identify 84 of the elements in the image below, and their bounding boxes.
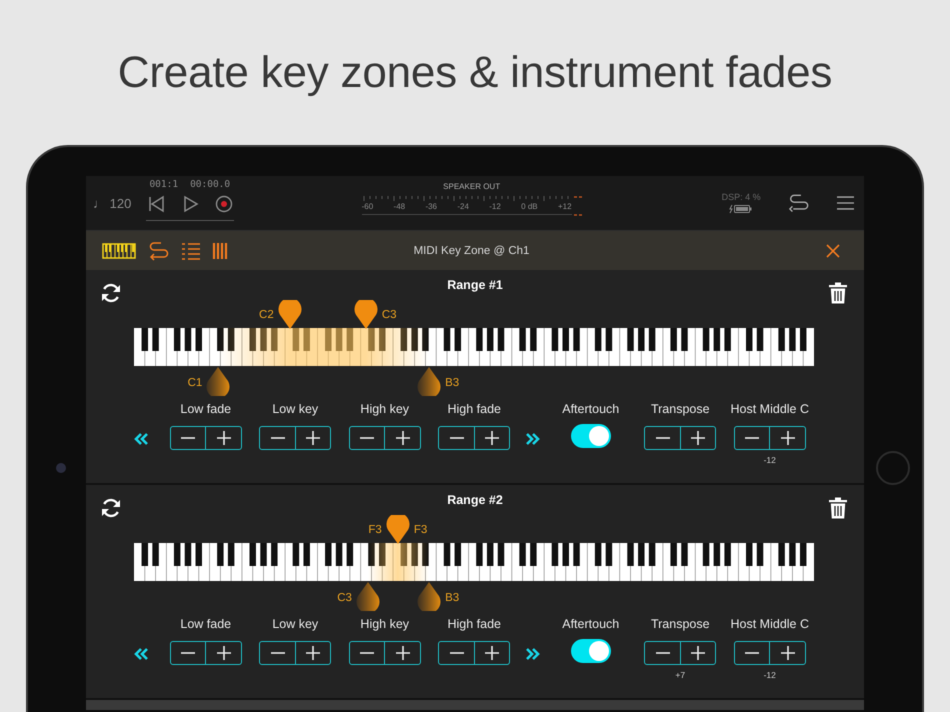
route-icon[interactable] — [148, 240, 170, 260]
plus-icon — [216, 646, 230, 660]
note-label: C3 — [382, 309, 397, 321]
aftertouch-toggle[interactable] — [570, 424, 611, 448]
range-title: Range #1 — [447, 278, 503, 292]
meter-title: SPEAKER OUT — [443, 182, 500, 190]
peak-indicator-icon — [574, 194, 582, 216]
meter-label: -36 — [425, 202, 437, 211]
trash-icon[interactable] — [828, 497, 848, 519]
meter-label: -60 — [362, 202, 374, 211]
meter-label: +12 — [558, 202, 572, 211]
skip-back-icon[interactable] — [146, 195, 165, 213]
panel-title: MIDI Key Zone @ Ch1 — [412, 244, 530, 256]
piano-keyboard-drawing[interactable] — [134, 328, 814, 366]
control-label: Aftertouch — [562, 617, 620, 633]
control-label: Host Middle C — [730, 402, 809, 418]
control-label: Low fade — [180, 617, 232, 633]
note-label: F3 — [368, 524, 382, 536]
plus-icon — [691, 431, 705, 445]
plus-icon — [306, 646, 320, 660]
note-label: B3 — [445, 377, 460, 389]
control-label: Low key — [272, 617, 318, 633]
keyboard-icon[interactable] — [102, 242, 136, 258]
meter-label: -24 — [457, 202, 469, 211]
double-chevron-right-icon[interactable] — [524, 647, 540, 661]
value-label: +7 — [675, 670, 686, 680]
note-label: C2 — [259, 309, 274, 321]
plus-icon — [485, 431, 499, 445]
menu-icon[interactable] — [837, 194, 854, 212]
control-label: High key — [360, 617, 410, 633]
plus-icon — [216, 431, 230, 445]
key-range-highlight — [368, 543, 430, 581]
refresh-icon[interactable] — [100, 282, 122, 304]
plus-icon — [780, 646, 794, 660]
plus-icon — [485, 646, 499, 660]
trash-icon[interactable] — [828, 282, 848, 304]
control-label: Host Middle C — [730, 617, 809, 633]
value-label: -12 — [764, 670, 776, 680]
dsp-label: DSP: 4 % — [722, 192, 761, 202]
note-label: C1 — [188, 377, 202, 389]
double-chevron-right-icon[interactable] — [524, 432, 540, 446]
aftertouch-toggle[interactable] — [570, 639, 611, 663]
note-label: B3 — [445, 592, 460, 604]
fade-drop-icon[interactable] — [206, 366, 230, 396]
note-label: C3 — [337, 592, 352, 604]
control-label: High fade — [447, 617, 501, 633]
camera-dot — [56, 463, 66, 473]
plus-icon — [396, 431, 410, 445]
fade-drop-icon[interactable] — [417, 581, 442, 611]
list-icon[interactable] — [182, 242, 200, 260]
control-label: High key — [360, 402, 410, 418]
plus-icon — [306, 431, 320, 445]
control-label: Transpose — [650, 402, 710, 418]
double-chevron-left-icon[interactable] — [133, 647, 149, 661]
meter-label: -48 — [394, 202, 406, 211]
battery-icon — [729, 204, 754, 214]
plus-icon — [691, 646, 705, 660]
refresh-icon[interactable] — [100, 497, 122, 519]
value-label: -12 — [764, 455, 776, 465]
control-label: Aftertouch — [562, 402, 620, 418]
close-icon[interactable] — [826, 244, 840, 258]
time-label: 00:00.0 — [190, 179, 230, 190]
meter-label: 0 dB — [521, 202, 538, 211]
meter-label: -12 — [489, 202, 501, 211]
range-title: Range #2 — [447, 493, 503, 507]
bars-icon[interactable] — [212, 242, 228, 260]
key-pin-icon[interactable] — [354, 300, 378, 330]
control-label: Low fade — [180, 402, 232, 418]
plus-icon — [396, 646, 410, 660]
key-pin-icon[interactable] — [386, 515, 410, 545]
fade-drop-icon[interactable] — [417, 366, 442, 396]
tempo-label: ♩ 120 — [93, 196, 132, 210]
position-label: 001:1 — [149, 179, 178, 190]
piano-keyboard-drawing[interactable] — [134, 543, 814, 581]
note-label: F3 — [414, 524, 428, 536]
control-label: Transpose — [650, 617, 710, 633]
plus-icon — [780, 431, 794, 445]
fade-drop-icon[interactable] — [356, 581, 380, 611]
control-label: Low key — [272, 402, 318, 418]
double-chevron-left-icon[interactable] — [133, 432, 149, 446]
headline: Create key zones & instrument fades — [118, 47, 832, 99]
record-icon[interactable] — [214, 195, 233, 213]
key-pin-icon[interactable] — [278, 300, 302, 330]
control-label: High fade — [447, 402, 501, 418]
